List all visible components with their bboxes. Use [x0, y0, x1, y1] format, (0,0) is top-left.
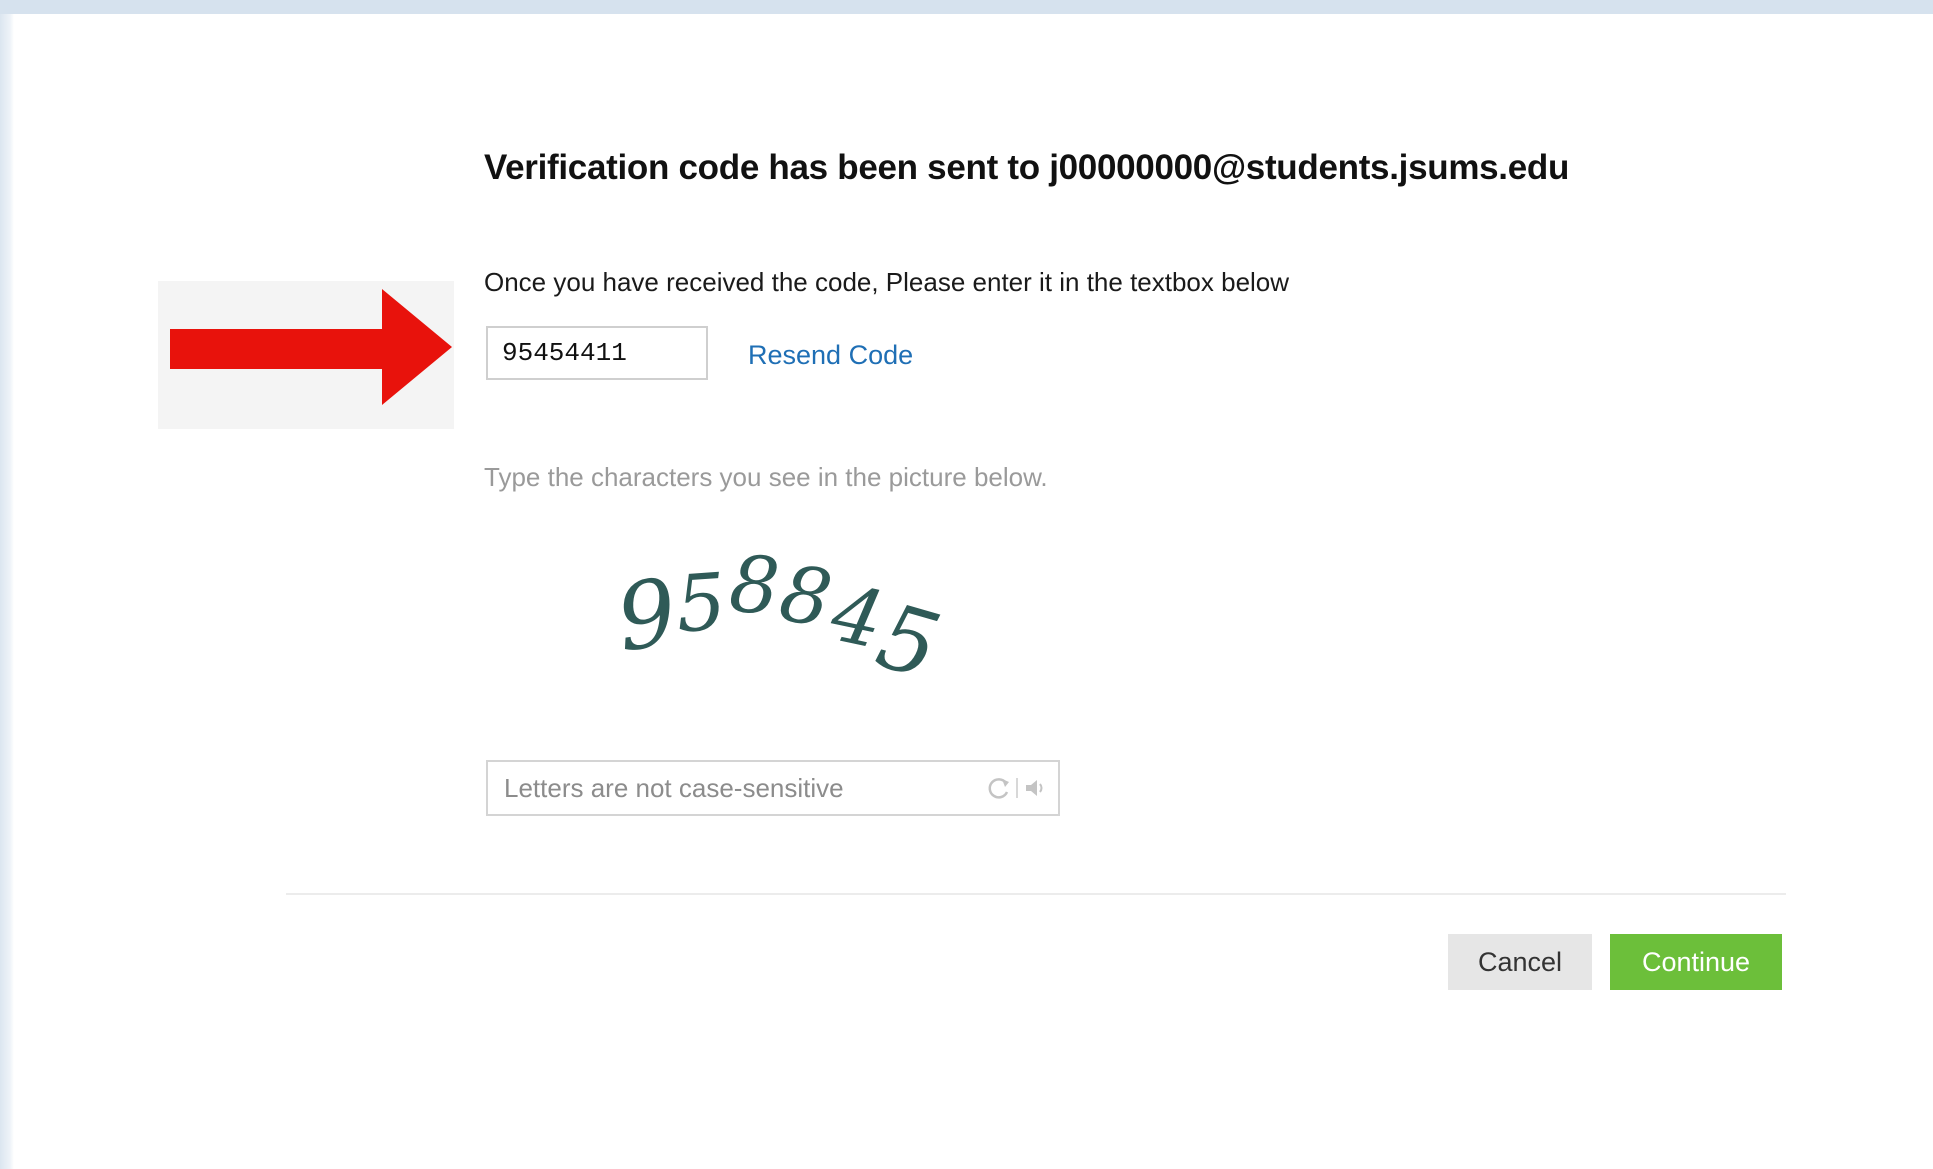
captcha-image: 9 5 8 8 4 5: [600, 530, 960, 701]
red-arrow-icon: [170, 289, 452, 405]
captcha-char: 8: [726, 540, 782, 633]
divider: [286, 893, 1786, 895]
continue-button[interactable]: Continue: [1610, 934, 1782, 990]
verification-code-input[interactable]: [486, 326, 708, 380]
code-instruction: Once you have received the code, Please …: [484, 267, 1290, 297]
audio-icon[interactable]: [1022, 775, 1048, 801]
page-title: Verification code has been sent to j0000…: [484, 148, 1570, 187]
captcha-prompt: Type the characters you see in the pictu…: [484, 462, 1048, 492]
refresh-icon[interactable]: [986, 775, 1012, 801]
window-top-band: [0, 0, 1933, 14]
captcha-char: 5: [673, 557, 729, 650]
annotation-arrow-box: [158, 281, 454, 429]
captcha-char: 9: [610, 558, 683, 672]
captcha-tools: [986, 774, 1048, 802]
cancel-button[interactable]: Cancel: [1448, 934, 1592, 990]
resend-code-link[interactable]: Resend Code: [748, 340, 913, 371]
captcha-input[interactable]: [488, 762, 990, 814]
tool-separator: [1016, 778, 1018, 798]
captcha-field: [486, 760, 1060, 816]
